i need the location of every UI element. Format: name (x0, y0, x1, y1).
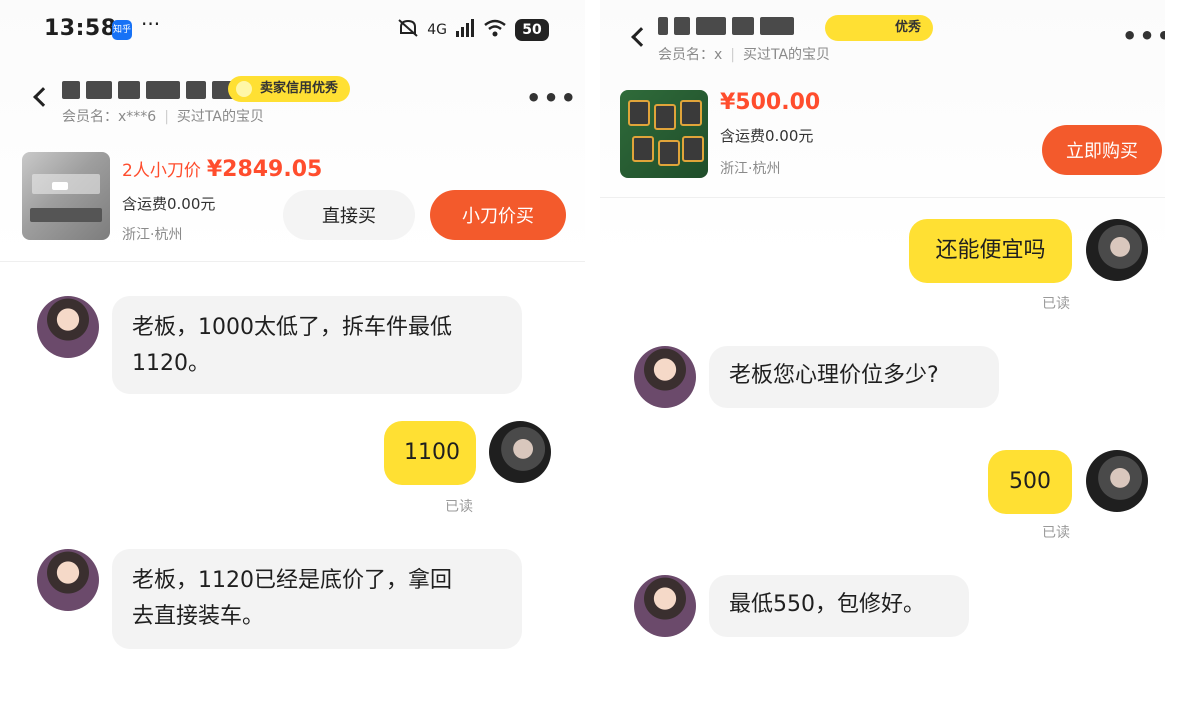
message-bubble: 最低550，包修好。 (709, 575, 969, 637)
status-time: 13:58 (44, 16, 117, 41)
message-text: 老板，1120已经是底价了，拿回 (132, 568, 452, 593)
credit-badge-label: 优秀 (895, 20, 922, 35)
message-text: 还能便宜吗 (935, 238, 1046, 263)
price-value: ¥2849.05 (206, 157, 323, 182)
message-text: 去直接装车。 (132, 604, 265, 629)
product-price: ¥500.00 (720, 90, 821, 115)
more-options-icon[interactable]: ••• (526, 84, 578, 112)
bargain-buy-button[interactable]: 小刀价买 (430, 190, 566, 240)
signal-icon (455, 19, 475, 41)
battery-icon: 50 (515, 19, 549, 41)
message-text: 500 (1009, 469, 1051, 494)
product-thumbnail[interactable] (22, 152, 110, 240)
message-text: 最低550，包修好。 (729, 592, 925, 617)
product-thumbnail[interactable] (620, 90, 708, 178)
message-bubble-own: 1100 (384, 421, 476, 485)
credit-badge-label: 卖家信用优秀 (260, 81, 339, 96)
bargain-price-label: 2人小刀价 (122, 161, 201, 181)
message-text: 老板您心理价位多少? (729, 363, 939, 388)
status-more-icon: ··· (141, 12, 161, 36)
status-icons: 4G 50 (397, 18, 549, 42)
bought-items-link[interactable]: 买过TA的宝贝 (743, 47, 830, 63)
header-divider (0, 261, 585, 262)
buyer-avatar[interactable] (1086, 219, 1148, 281)
panel-gap (585, 0, 600, 716)
left-chat-screen: 13:58 知乎 ··· 4G 50 卖家信用优秀 会员名：x***6 | 买过TA… (0, 0, 585, 716)
header-divider (600, 197, 1165, 198)
seller-credit-badge: 卖家信用优秀 (228, 76, 351, 102)
buyer-avatar[interactable] (1086, 450, 1148, 512)
shipping-info: 含运费0.00元 (720, 127, 814, 145)
wifi-icon (483, 19, 507, 41)
seller-name-blurred (62, 78, 240, 102)
buy-now-button[interactable]: 直接买 (283, 190, 415, 240)
message-text: 1100 (404, 440, 460, 465)
read-status: 已读 (1042, 525, 1070, 541)
buyer-avatar[interactable] (489, 421, 551, 483)
seller-avatar[interactable] (37, 549, 99, 611)
member-info: 会员名：x | 买过TA的宝贝 (658, 47, 831, 63)
right-chat-screen: 优秀 会员名：x|买过TA的宝贝 ••• ¥500.00 含运费0.00元 浙江… (600, 0, 1165, 716)
member-name: 会员名：x***6 (62, 109, 157, 125)
read-status: 已读 (445, 499, 473, 515)
message-bubble: 老板您心理价位多少? (709, 346, 999, 408)
status-bar: 13:58 知乎 ··· 4G 50 (0, 10, 585, 50)
member-info: 会员名：x***6 | 买过TA的宝贝 (62, 109, 264, 125)
network-label: 4G (427, 22, 447, 38)
credit-face-icon (236, 81, 252, 97)
message-bubble: 老板，1000太低了，拆车件最低 1120。 (112, 296, 522, 394)
seller-avatar[interactable] (37, 296, 99, 358)
product-price: 2人小刀价 ¥2849.05 (122, 156, 322, 182)
message-text: 1120。 (132, 351, 210, 376)
read-status: 已读 (1042, 296, 1070, 312)
more-options-icon[interactable]: ••• (1122, 22, 1165, 50)
message-text: 老板，1000太低了，拆车件最低 (132, 315, 452, 340)
shipping-info: 含运费0.00元 (122, 195, 216, 213)
seller-avatar[interactable] (634, 346, 696, 408)
message-bubble: 老板，1120已经是底价了，拿回 去直接装车。 (112, 549, 522, 649)
buy-now-button[interactable]: 立即购买 (1042, 125, 1162, 175)
mute-icon (397, 18, 419, 42)
message-bubble-own: 还能便宜吗 (909, 219, 1072, 283)
product-location: 浙江·杭州 (122, 227, 183, 243)
message-bubble-own: 500 (988, 450, 1072, 514)
seller-avatar[interactable] (634, 575, 696, 637)
seller-name-blurred (658, 14, 794, 38)
bought-items-link[interactable]: 买过TA的宝贝 (177, 109, 264, 125)
product-location: 浙江·杭州 (720, 161, 781, 177)
member-name: 会员名：x (658, 47, 723, 63)
zhihu-app-icon: 知乎 (112, 20, 132, 40)
seller-credit-badge: 优秀 (825, 15, 934, 41)
